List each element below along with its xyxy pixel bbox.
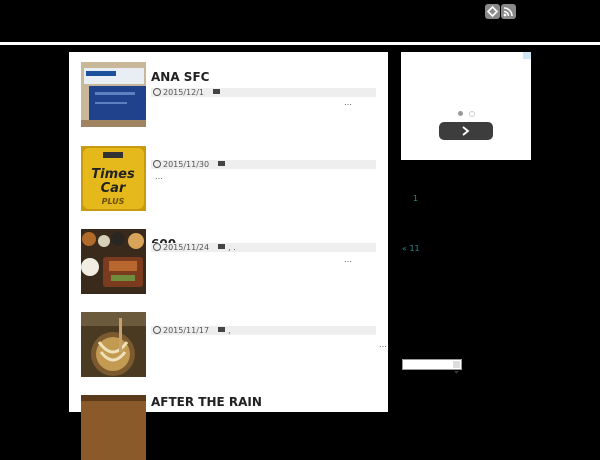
chevron-right-icon (462, 126, 470, 136)
folder-icon (218, 244, 226, 249)
read-more[interactable]: … (155, 172, 163, 181)
read-more[interactable]: … (344, 98, 352, 107)
ad-next-button[interactable] (439, 122, 493, 140)
post-thumbnail[interactable] (81, 229, 146, 294)
svg-text:Car: Car (101, 181, 127, 196)
svg-text:PLUS: PLUS (102, 197, 125, 206)
post-thumbnail[interactable] (81, 62, 146, 127)
sidebar-ad[interactable] (401, 52, 531, 160)
post-date: 2015/12/1 (163, 88, 205, 97)
post-date: 2015/11/17 (163, 326, 210, 335)
chevron-down-icon (453, 361, 460, 374)
header-divider (0, 42, 600, 45)
read-more[interactable]: … (379, 340, 387, 349)
clock-icon (153, 325, 161, 334)
page-number-link[interactable]: 1 (413, 194, 418, 203)
folder-icon (218, 161, 226, 166)
ad-carousel-dot[interactable] (469, 111, 475, 117)
feedly-icon[interactable] (485, 4, 500, 19)
clock-icon (153, 159, 161, 168)
archive-select[interactable] (402, 359, 462, 374)
svg-text:Times: Times (91, 167, 135, 182)
post-title[interactable]: AFTER THE RAIN (151, 395, 262, 409)
clock-icon (153, 87, 161, 96)
clock-icon (153, 242, 161, 251)
post-thumbnail[interactable]: Times Car PLUS (81, 146, 146, 211)
post-thumbnail[interactable] (81, 312, 146, 377)
ad-choices-icon[interactable] (523, 52, 531, 59)
post-date: 2015/11/30 (163, 160, 210, 169)
post-title[interactable]: ANA SFC (151, 70, 209, 84)
folder-icon (218, 327, 226, 332)
rss-icon[interactable] (501, 4, 516, 19)
post-meta: 2015/11/24 , . (151, 242, 376, 252)
post-tags[interactable]: , (228, 326, 231, 335)
post-thumbnail[interactable] (81, 395, 146, 460)
post-tags[interactable]: , . (228, 243, 236, 252)
post-date: 2015/11/24 (163, 243, 210, 252)
prev-page-link[interactable]: « 11 (402, 244, 420, 253)
ad-carousel-dot[interactable] (458, 111, 463, 116)
post-meta: 2015/11/17, (151, 325, 376, 335)
post-meta: 2015/12/1 (151, 87, 376, 97)
folder-icon (213, 89, 221, 94)
post-list: ANA SFC 2015/12/1 … Times Car PLUS 2015/… (69, 52, 388, 460)
post-meta: 2015/11/30 (151, 159, 376, 169)
read-more[interactable]: … (344, 255, 352, 264)
